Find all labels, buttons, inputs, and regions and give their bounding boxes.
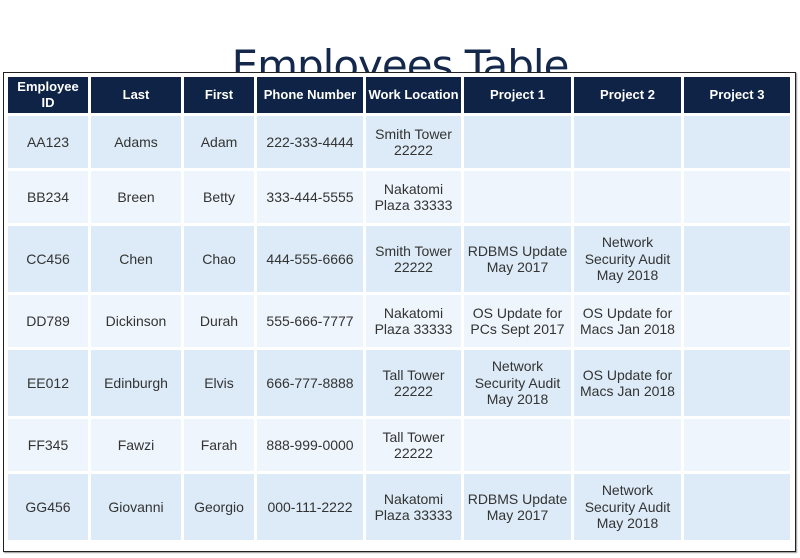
cell-first-name: Durah bbox=[184, 295, 254, 347]
cell-last-name: Giovanni bbox=[91, 474, 181, 540]
cell-last-name: Chen bbox=[91, 226, 181, 292]
cell-project-2: Network Security Audit May 2018 bbox=[574, 226, 681, 292]
cell-first-name: Farah bbox=[184, 419, 254, 471]
cell-first-name: Georgio bbox=[184, 474, 254, 540]
column-header-work-location: Work Location bbox=[366, 77, 461, 113]
cell-project-1 bbox=[464, 419, 571, 471]
cell-last-name: Edinburgh bbox=[91, 350, 181, 416]
cell-project-1 bbox=[464, 171, 571, 223]
employees-table: Employee ID Last First Phone Number Work… bbox=[5, 74, 793, 543]
cell-project-2 bbox=[574, 116, 681, 168]
cell-project-1 bbox=[464, 116, 571, 168]
cell-employee-id: FF345 bbox=[8, 419, 88, 471]
table-header-row: Employee ID Last First Phone Number Work… bbox=[8, 77, 790, 113]
cell-work-location: Tall Tower 22222 bbox=[366, 419, 461, 471]
cell-phone-number: 000-111-2222 bbox=[257, 474, 363, 540]
cell-last-name: Fawzi bbox=[91, 419, 181, 471]
cell-phone-number: 666-777-8888 bbox=[257, 350, 363, 416]
cell-employee-id: EE012 bbox=[8, 350, 88, 416]
table-row: FF345 Fawzi Farah 888-999-0000 Tall Tower 22… bbox=[8, 419, 790, 471]
cell-project-3 bbox=[684, 226, 790, 292]
table-row: DD789 Dickinson Durah 555-666-7777 Nakatomi … bbox=[8, 295, 790, 347]
cell-project-2: Network Security Audit May 2018 bbox=[574, 474, 681, 540]
table-row: EE012 Edinburgh Elvis 666-777-8888 Tall Towe… bbox=[8, 350, 790, 416]
cell-work-location: Smith Tower 22222 bbox=[366, 226, 461, 292]
cell-work-location: Nakatomi Plaza 33333 bbox=[366, 474, 461, 540]
column-header-project-2: Project 2 bbox=[574, 77, 681, 113]
cell-employee-id: DD789 bbox=[8, 295, 88, 347]
cell-project-1: Network Security Audit May 2018 bbox=[464, 350, 571, 416]
cell-project-1: RDBMS Update May 2017 bbox=[464, 474, 571, 540]
cell-project-1: OS Update for PCs Sept 2017 bbox=[464, 295, 571, 347]
cell-phone-number: 555-666-7777 bbox=[257, 295, 363, 347]
cell-project-2 bbox=[574, 171, 681, 223]
cell-last-name: Breen bbox=[91, 171, 181, 223]
cell-project-2: OS Update for Macs Jan 2018 bbox=[574, 350, 681, 416]
table-row: GG456 Giovanni Georgio 000-111-2222 Nakatomi… bbox=[8, 474, 790, 540]
cell-first-name: Elvis bbox=[184, 350, 254, 416]
cell-project-3 bbox=[684, 350, 790, 416]
cell-first-name: Betty bbox=[184, 171, 254, 223]
employees-table-frame: Employee ID Last First Phone Number Work… bbox=[3, 72, 796, 552]
cell-first-name: Adam bbox=[184, 116, 254, 168]
cell-employee-id: CC456 bbox=[8, 226, 88, 292]
cell-phone-number: 444-555-6666 bbox=[257, 226, 363, 292]
cell-work-location: Nakatomi Plaza 33333 bbox=[366, 171, 461, 223]
cell-employee-id: AA123 bbox=[8, 116, 88, 168]
column-header-employee-id: Employee ID bbox=[8, 77, 88, 113]
cell-project-2: OS Update for Macs Jan 2018 bbox=[574, 295, 681, 347]
cell-project-3 bbox=[684, 474, 790, 540]
cell-work-location: Tall Tower 22222 bbox=[366, 350, 461, 416]
column-header-first: First bbox=[184, 77, 254, 113]
table-row: BB234 Breen Betty 333-444-5555 Nakatomi Plaz… bbox=[8, 171, 790, 223]
column-header-project-3: Project 3 bbox=[684, 77, 790, 113]
column-header-project-1: Project 1 bbox=[464, 77, 571, 113]
cell-first-name: Chao bbox=[184, 226, 254, 292]
cell-last-name: Dickinson bbox=[91, 295, 181, 347]
cell-employee-id: GG456 bbox=[8, 474, 88, 540]
cell-employee-id: BB234 bbox=[8, 171, 88, 223]
cell-phone-number: 333-444-5555 bbox=[257, 171, 363, 223]
table-row: CC456 Chen Chao 444-555-6666 Smith Tower 222… bbox=[8, 226, 790, 292]
table-row: AA123 Adams Adam 222-333-4444 Smith Tower 22… bbox=[8, 116, 790, 168]
cell-project-3 bbox=[684, 171, 790, 223]
cell-project-1: RDBMS Update May 2017 bbox=[464, 226, 571, 292]
cell-last-name: Adams bbox=[91, 116, 181, 168]
cell-work-location: Smith Tower 22222 bbox=[366, 116, 461, 168]
cell-work-location: Nakatomi Plaza 33333 bbox=[366, 295, 461, 347]
cell-project-3 bbox=[684, 295, 790, 347]
column-header-phone-number: Phone Number bbox=[257, 77, 363, 113]
cell-phone-number: 222-333-4444 bbox=[257, 116, 363, 168]
cell-phone-number: 888-999-0000 bbox=[257, 419, 363, 471]
cell-project-2 bbox=[574, 419, 681, 471]
column-header-last: Last bbox=[91, 77, 181, 113]
cell-project-3 bbox=[684, 116, 790, 168]
cell-project-3 bbox=[684, 419, 790, 471]
